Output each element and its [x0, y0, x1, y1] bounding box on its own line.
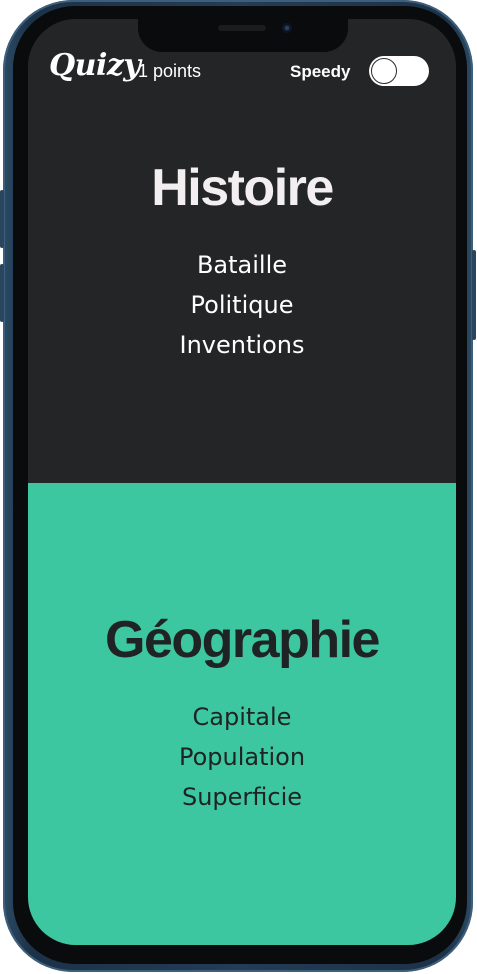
subtopic-item: Capitale: [192, 703, 292, 731]
subtopic-item: Inventions: [179, 331, 305, 359]
volume-up-button: [0, 190, 4, 248]
speaker-grille: [218, 25, 266, 31]
subtopic-list: Bataille Politique Inventions: [28, 245, 456, 365]
front-camera-icon: [282, 23, 292, 33]
category-title: Histoire: [151, 159, 334, 217]
points-counter: 1 points: [138, 61, 202, 81]
volume-down-button: [0, 264, 4, 322]
subtopic-list: Capitale Population Superficie: [28, 697, 456, 817]
category-geographie[interactable]: Géographie Capitale Population Superfici…: [28, 483, 456, 945]
category-histoire[interactable]: Histoire Bataille Politique Inventions: [28, 19, 456, 483]
power-button: [472, 250, 476, 340]
speedy-label: Speedy: [290, 62, 351, 81]
subtopic-item: Bataille: [196, 251, 288, 279]
toggle-knob: [371, 58, 397, 84]
subtopic-item: Politique: [190, 291, 294, 319]
quizy-logo: Quizy: [49, 48, 141, 83]
phone-frame: Histoire Bataille Politique Inventions G…: [0, 0, 476, 972]
category-title: Géographie: [105, 611, 380, 669]
notch: [138, 14, 348, 52]
speedy-toggle[interactable]: [369, 56, 429, 86]
app-screen: Histoire Bataille Politique Inventions G…: [28, 19, 456, 945]
subtopic-item: Population: [178, 743, 306, 771]
subtopic-item: Superficie: [181, 783, 303, 811]
